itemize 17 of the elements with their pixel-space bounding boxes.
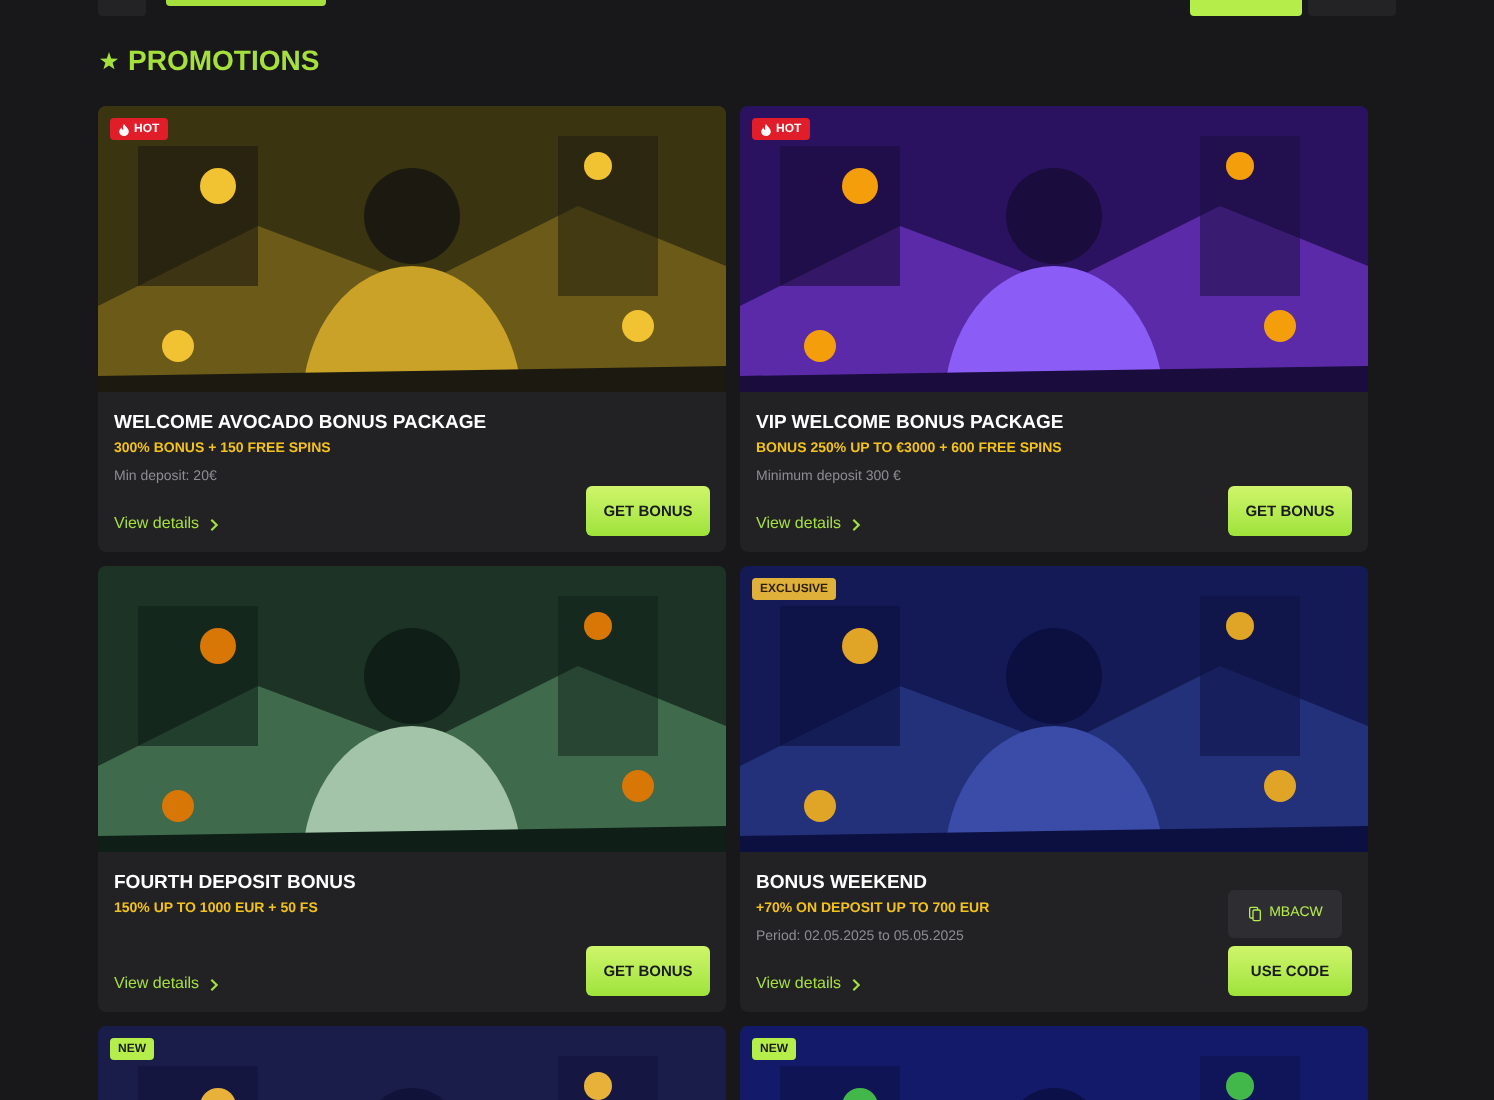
view-details-link[interactable]: View details: [756, 512, 1228, 536]
flame-icon: [118, 123, 130, 135]
promo-title: FOURTH DEPOSIT BONUS: [114, 870, 358, 898]
chevron-right-icon: [209, 517, 218, 531]
view-details-link[interactable]: View details: [114, 972, 586, 996]
chevron-right-icon: [851, 517, 860, 531]
chevron-right-icon: [209, 977, 218, 991]
promo-title: VIP WELCOME BONUS PACKAGE: [756, 410, 1066, 438]
view-details-link[interactable]: View details: [756, 972, 1228, 996]
star-icon: [100, 52, 118, 70]
chevron-right-icon: [851, 977, 860, 991]
flame-icon: [760, 123, 772, 135]
promo-title: WELCOME AVOCADO BONUS PACKAGE: [114, 410, 489, 438]
copy-icon: [1247, 906, 1262, 922]
view-details-link[interactable]: View details: [114, 512, 586, 536]
promo-title: BONUS WEEKEND: [756, 870, 930, 898]
page-title: PROMOTIONS: [128, 42, 320, 80]
